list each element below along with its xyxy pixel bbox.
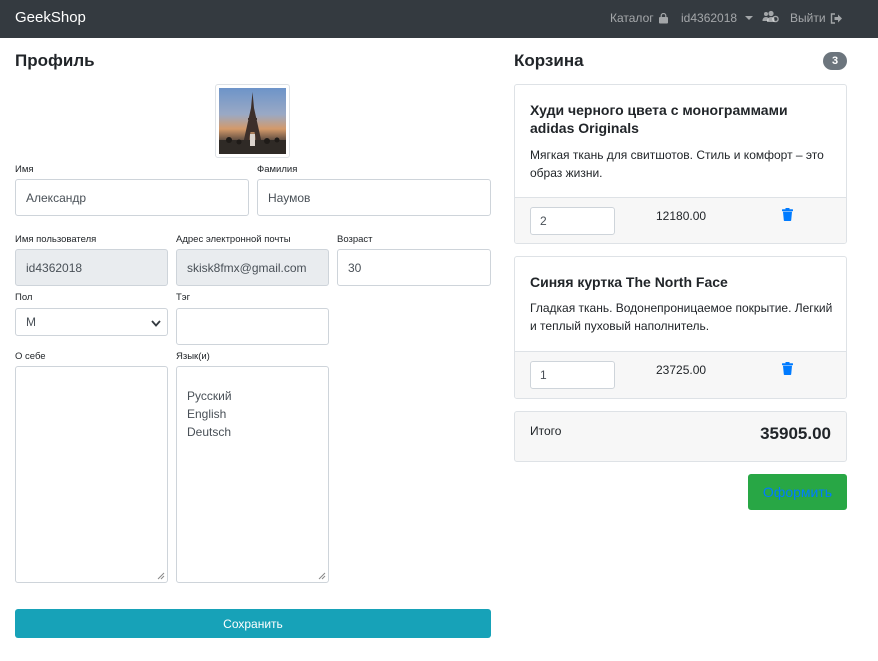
nav-logout-label: Выйти xyxy=(790,11,826,25)
cart-item-name: Синяя куртка The North Face xyxy=(530,274,728,290)
profile-title: Профиль xyxy=(15,51,95,70)
avatar xyxy=(215,84,290,158)
nav-catalog-link[interactable]: Каталог xyxy=(610,11,669,25)
languages-multiselect[interactable]: Русский English Deutsch xyxy=(176,366,329,583)
cart-item-price: 12180.00 xyxy=(656,209,707,223)
last-name-field[interactable]: Наумов xyxy=(257,179,491,216)
shopping-bag-icon xyxy=(658,12,668,23)
username-field: id4362018 xyxy=(15,249,168,286)
languages-label: Язык(и) xyxy=(176,351,210,362)
email-field: skisk8fmx@gmail.com xyxy=(176,249,329,286)
nav-user-dropdown[interactable]: id4362018 xyxy=(681,11,754,25)
users-cog-icon xyxy=(762,10,779,23)
language-option[interactable]: English xyxy=(187,405,232,423)
username-value: id4362018 xyxy=(26,260,83,275)
navbar: GeekShop Каталог id4362018 Выйти xyxy=(0,0,878,38)
eiffel-tower-photo xyxy=(219,88,286,154)
cart-total: Итого 35905.00 xyxy=(514,411,847,462)
nav-catalog-label: Каталог xyxy=(610,11,654,25)
cart-item-name: Худи черного цвета с монограммами adidas… xyxy=(530,102,788,136)
nav-user-label: id4362018 xyxy=(681,11,738,25)
cart-item-description: Мягкая ткань для свитшотов. Стиль и комф… xyxy=(530,148,824,180)
quantity-input[interactable]: 2 xyxy=(530,207,615,235)
cart-item-footer: 1 23725.00 xyxy=(515,351,846,398)
about-textarea[interactable] xyxy=(15,366,168,583)
cart-count-badge: 3 xyxy=(823,52,847,70)
nav-admin-link[interactable] xyxy=(762,10,779,23)
tag-label: Тэг xyxy=(176,292,191,303)
chevron-down-icon xyxy=(151,320,161,327)
first-name-field[interactable]: Александр xyxy=(15,179,249,216)
sign-out-icon xyxy=(830,12,842,24)
email-value: skisk8fmx@gmail.com xyxy=(187,260,307,275)
cart-item-card: Худи черного цвета с монограммами adidas… xyxy=(514,84,847,244)
cart-item-price: 23725.00 xyxy=(656,363,707,377)
total-value: 35905.00 xyxy=(760,424,831,443)
first-name-label: Имя xyxy=(15,164,34,175)
nav-logout-link[interactable]: Выйти xyxy=(790,11,843,25)
gender-label: Пол xyxy=(15,292,33,303)
last-name-value: Наумов xyxy=(268,190,311,205)
cart-item-description: Гладкая ткань. Водонепроницаемое покрыти… xyxy=(530,301,833,333)
first-name-value: Александр xyxy=(26,190,87,205)
gender-select[interactable]: M xyxy=(15,308,168,336)
last-name-label: Фамилия xyxy=(257,164,298,175)
cart-item-footer: 2 12180.00 xyxy=(515,197,846,243)
cart-item-card: Синяя куртка The North Face Гладкая ткан… xyxy=(514,256,847,399)
email-label: Адрес электронной почты xyxy=(176,234,291,245)
resize-handle-icon[interactable] xyxy=(318,572,326,580)
language-option[interactable]: Русский xyxy=(187,387,232,405)
brand-logo[interactable]: GeekShop xyxy=(15,9,86,26)
cart-title: Корзина xyxy=(514,51,584,70)
about-label: О себе xyxy=(15,351,46,362)
quantity-input[interactable]: 1 xyxy=(530,361,615,389)
checkout-button[interactable]: Оформить xyxy=(748,474,847,510)
total-label: Итого xyxy=(530,424,562,438)
age-label: Возраст xyxy=(337,234,373,245)
resize-handle-icon[interactable] xyxy=(157,572,165,580)
chevron-down-icon xyxy=(745,16,754,20)
trash-icon[interactable] xyxy=(782,362,793,375)
save-button[interactable]: Сохранить xyxy=(15,609,491,638)
language-option[interactable]: Deutsch xyxy=(187,423,232,441)
username-label: Имя пользователя xyxy=(15,234,97,245)
trash-icon[interactable] xyxy=(782,208,793,221)
gender-value: M xyxy=(26,315,36,329)
quantity-value: 2 xyxy=(540,214,547,228)
age-value: 30 xyxy=(348,260,362,275)
tag-field[interactable] xyxy=(176,308,329,345)
languages-list: Русский English Deutsch xyxy=(187,387,232,441)
age-field[interactable]: 30 xyxy=(337,249,491,286)
quantity-value: 1 xyxy=(540,368,547,382)
